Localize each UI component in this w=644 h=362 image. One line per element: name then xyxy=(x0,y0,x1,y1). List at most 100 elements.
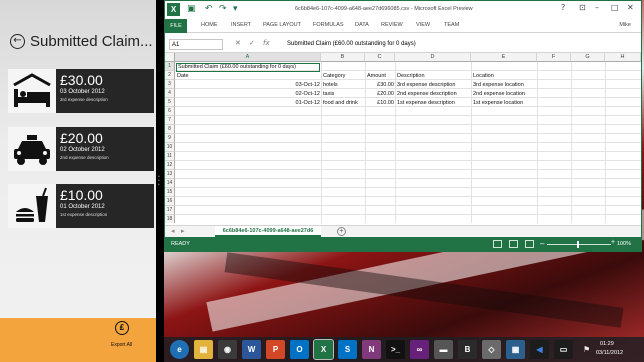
row-header[interactable]: 11 xyxy=(165,152,175,161)
claim-tile-taxi[interactable]: £20.00 02 October 2012 2nd expense descr… xyxy=(8,127,154,171)
row-header[interactable]: 13 xyxy=(165,170,175,179)
cell-c5[interactable]: £10.00 xyxy=(365,99,395,108)
column-header-e[interactable]: E xyxy=(471,53,537,62)
row-header[interactable]: 7 xyxy=(165,116,175,125)
normal-view-icon[interactable] xyxy=(493,240,502,248)
tab-data[interactable]: DATA xyxy=(355,22,369,28)
visual-studio-alt-icon[interactable]: ◀ xyxy=(530,340,549,359)
row-header[interactable]: 3 xyxy=(165,80,175,89)
help-icon[interactable]: ? xyxy=(561,3,565,12)
word-icon[interactable]: W xyxy=(242,340,261,359)
claim-tile-hotel[interactable]: £30.00 03 October 2012 3rd expense descr… xyxy=(8,69,154,113)
zoom-slider[interactable] xyxy=(547,244,611,245)
app-icon[interactable]: ◉ xyxy=(218,340,237,359)
sharepoint-icon[interactable]: S xyxy=(338,340,357,359)
cell-c3[interactable]: £30.00 xyxy=(365,81,395,90)
select-all-corner[interactable] xyxy=(165,53,175,62)
row-header[interactable]: 9 xyxy=(165,134,175,143)
row-header[interactable]: 5 xyxy=(165,98,175,107)
cell-e4[interactable]: 2nd expense location xyxy=(472,90,526,99)
zoom-level[interactable]: 100% xyxy=(617,241,631,247)
onenote-icon[interactable]: N xyxy=(362,340,381,359)
row-header[interactable]: 10 xyxy=(165,143,175,152)
sheet-tab[interactable]: 6c6b84e6-107c-4099-a648-aee27d6 xyxy=(215,226,321,237)
row-header[interactable]: 16 xyxy=(165,197,175,206)
file-explorer-icon[interactable]: ▤ xyxy=(194,340,213,359)
undo-icon[interactable]: ↶ xyxy=(205,4,213,14)
tab-file[interactable]: FILE xyxy=(165,19,187,33)
export-all-icon[interactable]: ₤ xyxy=(115,321,129,335)
cell-a4[interactable]: 02-Oct-12 xyxy=(176,90,321,99)
powerpoint-icon[interactable]: P xyxy=(266,340,285,359)
column-header-g[interactable]: G xyxy=(571,53,605,62)
tab-team[interactable]: TEAM xyxy=(444,22,459,28)
command-prompt-icon[interactable]: >_ xyxy=(386,340,405,359)
row-header[interactable]: 15 xyxy=(165,188,175,197)
tab-view[interactable]: VIEW xyxy=(416,22,430,28)
cell-e3[interactable]: 3rd expense location xyxy=(472,81,525,90)
column-header-c[interactable]: C xyxy=(365,53,395,62)
insert-function-icon[interactable]: fx xyxy=(263,39,270,47)
redo-icon[interactable]: ↷ xyxy=(219,4,227,14)
tool-icon[interactable]: ▦ xyxy=(506,340,525,359)
maximize-icon[interactable]: □ xyxy=(611,3,619,12)
zoom-out-icon[interactable]: – xyxy=(540,239,544,248)
row-header[interactable]: 4 xyxy=(165,89,175,98)
splitter-grip-icon[interactable]: • • • xyxy=(158,175,161,188)
column-header-d[interactable]: D xyxy=(395,53,471,62)
column-header-h[interactable]: H xyxy=(605,53,641,62)
close-icon[interactable]: ✕ xyxy=(627,3,634,12)
tool-icon[interactable]: B xyxy=(458,340,477,359)
enter-formula-icon[interactable]: ✓ xyxy=(249,39,255,47)
formula-input[interactable]: Submitted Claim (£60.00 outstanding for … xyxy=(285,39,635,50)
excel-taskbar-icon[interactable]: X xyxy=(313,339,334,360)
row-header[interactable]: 1 xyxy=(165,62,175,71)
cell-c4[interactable]: £20.00 xyxy=(365,90,395,99)
cell-a1[interactable]: Submitted Claim (£60.00 outstanding for … xyxy=(177,63,297,72)
user-account[interactable]: Mike xyxy=(619,22,631,28)
tab-page-layout[interactable]: PAGE LAYOUT xyxy=(263,22,301,28)
row-header[interactable]: 18 xyxy=(165,215,175,223)
tab-home[interactable]: HOME xyxy=(201,22,218,28)
internet-explorer-icon[interactable]: e xyxy=(170,340,189,359)
ribbon-display-icon[interactable]: ⊡ xyxy=(579,3,586,12)
cell-c2[interactable]: Amount xyxy=(366,72,387,81)
cell-a3[interactable]: 03-Oct-12 xyxy=(176,81,321,90)
column-header-a[interactable]: A xyxy=(175,53,321,62)
tab-insert[interactable]: INSERT xyxy=(231,22,251,28)
back-arrow-icon[interactable]: ← xyxy=(10,34,25,49)
cell-b5[interactable]: food and drink xyxy=(322,99,359,108)
visual-studio-icon[interactable]: ∞ xyxy=(410,340,429,359)
save-icon[interactable]: ▣ xyxy=(187,4,196,14)
cell-d4[interactable]: 2nd expense description xyxy=(396,90,458,99)
cell-d5[interactable]: 1st expense description xyxy=(396,99,456,108)
row-header[interactable]: 2 xyxy=(165,71,175,80)
next-sheet-icon[interactable]: ▸ xyxy=(181,227,185,235)
page-break-view-icon[interactable] xyxy=(525,240,534,248)
claim-tile-food[interactable]: £10.00 01 October 2012 1st expense descr… xyxy=(8,184,154,228)
prev-sheet-icon[interactable]: ◂ xyxy=(171,227,175,235)
customize-toolbar-icon[interactable]: ▾ xyxy=(233,4,238,14)
cell-b3[interactable]: hotels xyxy=(322,81,339,90)
tool-icon[interactable]: ▬ xyxy=(434,340,453,359)
row-header[interactable]: 17 xyxy=(165,206,175,215)
zoom-slider-thumb[interactable] xyxy=(577,241,579,248)
tab-review[interactable]: REVIEW xyxy=(381,22,403,28)
column-header-f[interactable]: F xyxy=(537,53,571,62)
tool-icon[interactable]: ▭ xyxy=(554,340,573,359)
cell-d2[interactable]: Description xyxy=(396,72,426,81)
tool-icon[interactable]: ◇ xyxy=(482,340,501,359)
row-header[interactable]: 12 xyxy=(165,161,175,170)
cell-a2[interactable]: Date xyxy=(176,72,190,81)
cell-b2[interactable]: Category xyxy=(322,72,346,81)
cell-a5[interactable]: 01-Oct-12 xyxy=(176,99,321,108)
clock-time[interactable]: 01:29 xyxy=(600,341,614,347)
clock-date[interactable]: 03/11/2012 xyxy=(596,350,623,356)
column-header-b[interactable]: B xyxy=(321,53,365,62)
cell-e2[interactable]: Location xyxy=(472,72,495,81)
notification-flag-icon[interactable]: ⚑ xyxy=(583,345,590,354)
page-layout-view-icon[interactable] xyxy=(509,240,518,248)
minimize-icon[interactable]: – xyxy=(595,3,599,12)
name-box[interactable]: A1 xyxy=(169,39,223,50)
row-header[interactable]: 14 xyxy=(165,179,175,188)
